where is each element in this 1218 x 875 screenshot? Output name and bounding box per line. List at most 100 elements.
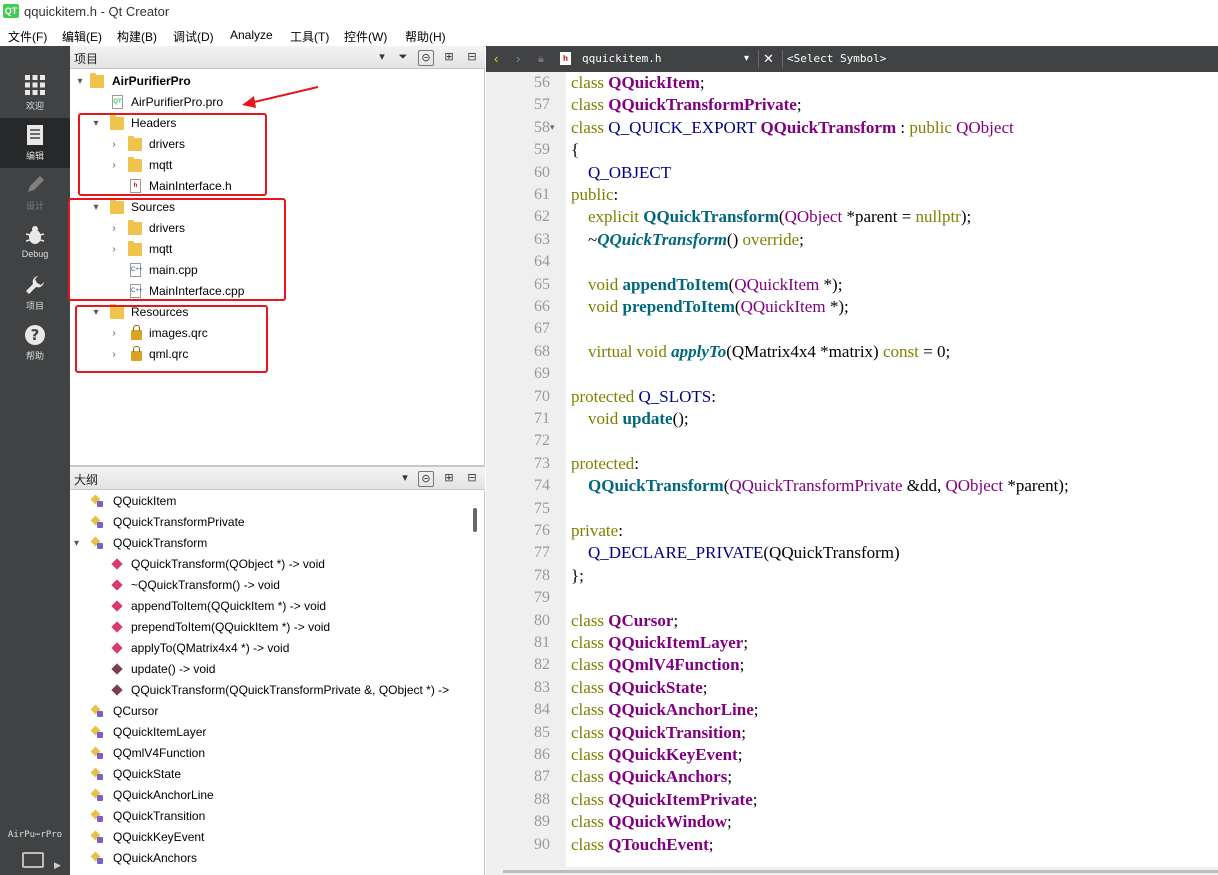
line-number: 58 — [534, 118, 550, 136]
annotation-box-sources — [68, 198, 286, 301]
line-number: 57 — [534, 96, 550, 114]
code-token: QQuickKeyEvent — [608, 745, 738, 764]
code-line: class QQmlV4Function; — [571, 654, 744, 676]
editor-hscroll-thumb[interactable] — [503, 870, 1218, 873]
dropdown-arrow-icon[interactable]: ▾ — [375, 50, 389, 64]
link-icon[interactable]: ⊝ — [418, 471, 434, 487]
mode-welcome[interactable]: 欢迎 — [0, 68, 70, 118]
code-token: QQuickItem — [608, 73, 700, 92]
code-token: void — [571, 409, 623, 428]
mode-edit[interactable]: 编辑 — [0, 118, 70, 168]
mode-help[interactable]: ? 帮助 — [0, 318, 70, 368]
code-line: { — [571, 139, 579, 161]
code-token: QQuickTransition — [608, 722, 742, 742]
code-token: class — [571, 722, 609, 742]
code-token: explicit — [571, 207, 644, 227]
menu-analyze[interactable]: Analyze — [230, 28, 273, 42]
code-line: void prependToItem(QQuickItem *); — [571, 296, 849, 318]
line-number: 56 — [534, 74, 550, 91]
fold-marker-icon[interactable]: ▾ — [550, 122, 555, 133]
code-token: class — [571, 677, 609, 697]
outline-label: appendToItem(QQuickItem *) -> void — [131, 599, 327, 613]
code-token: QQuickTransform — [588, 476, 724, 496]
line-number: 86 — [534, 746, 550, 763]
forward-arrow-icon[interactable]: › — [516, 51, 520, 67]
document-name[interactable]: qquickitem.h — [582, 52, 661, 65]
filter-icon[interactable]: ⏷ — [396, 50, 410, 64]
code-token: class — [571, 745, 609, 764]
outline-scrollbar[interactable] — [473, 508, 477, 532]
outline-tree: QQuickItem QQuickTransformPrivate ▾ QQuic… — [70, 491, 485, 875]
class-icon — [92, 517, 104, 529]
dropdown-arrow-icon[interactable]: ▾ — [398, 471, 412, 485]
outline-panel-title[interactable]: 大纲 — [74, 471, 98, 488]
menu-widgets[interactable]: 控件(W) — [344, 28, 387, 45]
code-token: ; — [708, 834, 714, 854]
code-token: void — [571, 274, 623, 294]
mode-debug[interactable]: Debug — [0, 218, 70, 268]
code-token: ; — [752, 789, 758, 809]
code-token: QQuickItemLayer — [608, 633, 744, 652]
tree-label: AirPurifierPro — [112, 74, 191, 88]
code-token: class — [571, 610, 609, 630]
kit-selector-arrow-icon[interactable]: ▶ — [54, 860, 61, 871]
code-line: protected: — [571, 453, 639, 475]
split-icon[interactable]: ⊞ — [442, 471, 456, 485]
code-token: ; — [673, 610, 679, 630]
annotation-box-headers — [78, 113, 267, 196]
function-icon — [111, 600, 123, 612]
mode-sidebar: 欢迎 编辑 设计 Debug 项目 ? 帮助 — [0, 46, 70, 875]
close-document-icon[interactable]: ✕ — [763, 51, 774, 67]
code-line: class QQuickAnchors; — [571, 766, 732, 788]
expand-arrow-icon[interactable]: ▾ — [74, 71, 86, 92]
menu-build[interactable]: 构建(B) — [117, 28, 157, 45]
code-line: class QQuickAnchorLine; — [571, 699, 759, 721]
code-token: class — [571, 73, 609, 92]
link-icon[interactable]: ⊝ — [418, 50, 434, 66]
project-panel-title[interactable]: 项目 — [74, 50, 98, 67]
monitor-icon[interactable] — [22, 852, 44, 868]
menu-tools[interactable]: 工具(T) — [290, 28, 329, 45]
back-arrow-icon[interactable]: ‹ — [494, 51, 498, 67]
code-token: = 0; — [918, 341, 951, 361]
mode-projects[interactable]: 项目 — [0, 268, 70, 318]
close-panel-icon[interactable]: ⊟ — [465, 50, 479, 64]
active-project-label[interactable]: AirPu⋯rPro — [0, 830, 70, 840]
code-token: QQmlV4Function — [608, 655, 740, 675]
expand-arrow-icon[interactable]: ▾ — [74, 533, 79, 554]
line-number: 65 — [534, 275, 550, 293]
class-icon — [92, 832, 104, 844]
symbol-selector[interactable]: <Select Symbol> — [787, 52, 886, 65]
code-token: ); — [960, 207, 972, 227]
code-line: class Q_QUICK_EXPORT QQuickTransform : p… — [571, 117, 1014, 139]
menu-debug[interactable]: 调试(D) — [173, 28, 214, 45]
outline-label: QQuickItem — [113, 494, 177, 508]
mode-design[interactable]: 设计 — [0, 168, 70, 218]
menu-file[interactable]: 文件(F) — [8, 28, 47, 45]
close-panel-icon[interactable]: ⊟ — [465, 471, 479, 485]
class-icon — [92, 769, 104, 781]
outline-label: QQuickTransformPrivate — [113, 515, 245, 529]
code-line: class QQuickKeyEvent; — [571, 744, 742, 766]
split-icon[interactable]: ⊞ — [442, 50, 456, 64]
line-number: 83 — [534, 678, 550, 696]
line-number: 74 — [534, 477, 550, 495]
code-token: () — [726, 229, 743, 249]
code-editor[interactable]: 56 57 58 ▾ 59 60 61 62 63 64 65 66 67 68 69 70 71 72 73 74 7… — [486, 72, 1218, 867]
line-number: 71 — [534, 410, 550, 427]
menu-edit[interactable]: 编辑(E) — [62, 28, 102, 45]
code-token: override — [742, 229, 800, 249]
code-token: void — [636, 341, 672, 361]
code-token: public — [571, 185, 614, 204]
code-token: { — [571, 140, 580, 160]
code-token: ; — [739, 655, 745, 675]
code-token: class — [571, 812, 609, 832]
document-dropdown-icon[interactable]: ▾ — [744, 51, 749, 67]
code-token: class — [571, 767, 609, 787]
code-line: QQuickTransform(QQuickTransformPrivate &… — [571, 475, 1069, 497]
code-line: class QQuickState; — [571, 677, 707, 699]
code-token: (QQuickTransform) — [763, 543, 900, 563]
menu-help[interactable]: 帮助(H) — [405, 28, 446, 45]
code-token: }; — [571, 565, 584, 585]
code-token: QQuickWindow — [608, 812, 728, 832]
